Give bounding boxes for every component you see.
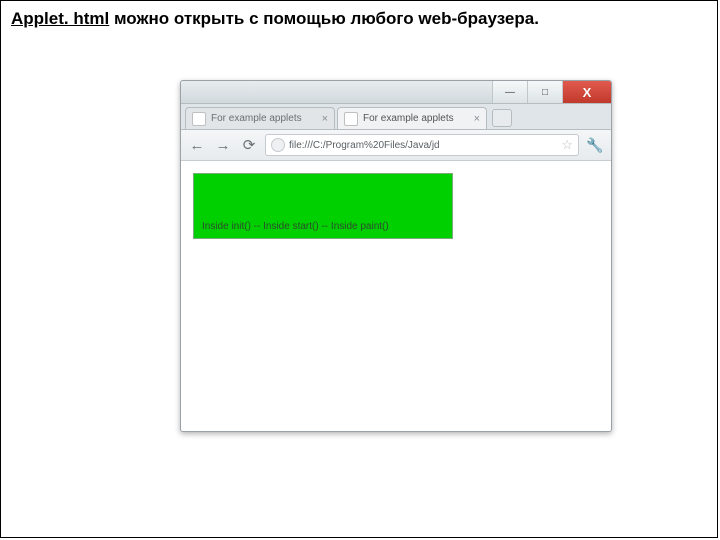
- reload-button[interactable]: ⟳: [239, 135, 259, 155]
- new-tab-button[interactable]: [492, 109, 512, 127]
- tab-inactive[interactable]: For example applets ×: [185, 107, 335, 129]
- back-button[interactable]: ←: [187, 135, 207, 155]
- toolbar: ← → ⟳ file:///C:/Program%20Files/Java/jd…: [181, 130, 611, 161]
- browser-window: — □ X For example applets × For example …: [180, 80, 612, 432]
- address-text: file:///C:/Program%20Files/Java/jd: [289, 140, 557, 151]
- tab-label: For example applets: [211, 113, 317, 124]
- minimize-button[interactable]: —: [492, 81, 527, 103]
- tab-strip: For example applets × For example applet…: [181, 104, 611, 130]
- globe-icon: [271, 138, 285, 152]
- bookmark-star-icon[interactable]: ☆: [561, 137, 573, 153]
- page-content: Inside init() -- Inside start() -- Insid…: [181, 161, 611, 432]
- page-frame: Applet. html можно открыть с помощью люб…: [0, 0, 718, 538]
- close-button[interactable]: X: [562, 81, 611, 103]
- maximize-button[interactable]: □: [527, 81, 562, 103]
- forward-button[interactable]: →: [213, 135, 233, 155]
- tab-close-icon[interactable]: ×: [474, 113, 480, 125]
- menu-wrench-icon[interactable]: 🔧: [585, 135, 605, 155]
- address-bar[interactable]: file:///C:/Program%20Files/Java/jd ☆: [265, 134, 579, 156]
- caption-text: Applet. html можно открыть с помощью люб…: [1, 1, 717, 33]
- caption-rest: можно открыть с помощью любого web-брауз…: [109, 9, 539, 28]
- favicon-icon: [344, 112, 358, 126]
- favicon-icon: [192, 112, 206, 126]
- titlebar: — □ X: [181, 81, 611, 104]
- applet-output-text: Inside init() -- Inside start() -- Insid…: [202, 221, 389, 232]
- tab-active[interactable]: For example applets ×: [337, 107, 487, 129]
- tab-label: For example applets: [363, 113, 469, 124]
- tab-close-icon[interactable]: ×: [322, 113, 328, 125]
- applet-area: Inside init() -- Inside start() -- Insid…: [193, 173, 453, 239]
- caption-filename: Applet. html: [11, 9, 109, 28]
